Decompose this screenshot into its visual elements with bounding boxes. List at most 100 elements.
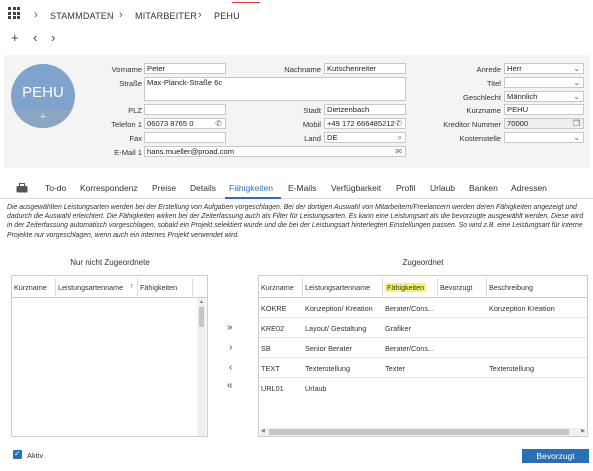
move-all-right-icon[interactable]: »: [227, 322, 233, 333]
nachname-field[interactable]: Kutschenreiter: [324, 63, 406, 74]
geschlecht-label: Geschlecht: [463, 93, 501, 102]
tabs-divider: [0, 198, 593, 199]
kostenstelle-label: Kostenstelle: [459, 134, 501, 143]
col-faehigkeiten[interactable]: Fähigkeiten: [385, 283, 427, 292]
tab-verfuegbarkeit[interactable]: Verfügbarkeit: [331, 183, 381, 193]
bevorzugt-button[interactable]: Bevorzugt: [522, 449, 589, 463]
chevron-right-icon: ›: [119, 9, 123, 21]
stadt-field[interactable]: Dietzenbach: [324, 104, 406, 115]
kurzname-field[interactable]: PEHU: [504, 104, 584, 115]
tab-todo[interactable]: To-do: [45, 183, 66, 193]
cell-faehigkeiten: Berater/Cons...: [385, 344, 435, 353]
briefcase-icon[interactable]: [16, 183, 28, 193]
avatar-initials: PEHU: [22, 84, 64, 101]
col-faehigkeiten[interactable]: Fähigkeiten: [140, 283, 177, 292]
cell-faehigkeiten: Texter: [385, 364, 405, 373]
aktiv-checkbox[interactable]: ✓: [13, 449, 22, 459]
phone-icon[interactable]: ✆: [395, 119, 402, 128]
telefon1-field[interactable]: 06073 8765 0 ✆: [144, 118, 226, 129]
tab-banken[interactable]: Banken: [469, 183, 498, 193]
plz-field[interactable]: [144, 104, 226, 115]
tab-adressen[interactable]: Adressen: [511, 183, 547, 193]
breadcrumb-mitarbeiter[interactable]: MITARBEITER: [135, 11, 197, 21]
tab-urlaub[interactable]: Urlaub: [430, 183, 455, 193]
mobil-field[interactable]: +49 172 666485212 ✆: [324, 118, 406, 129]
cell-kurzname: TEXT: [261, 364, 280, 373]
next-icon[interactable]: ›: [51, 30, 55, 45]
previous-icon[interactable]: ‹: [33, 30, 37, 45]
mail-icon[interactable]: ✉: [395, 147, 402, 156]
add-icon[interactable]: +: [11, 30, 19, 45]
aktiv-label: Aktiv: [27, 451, 44, 460]
cell-leistungsartenname: Urlaub: [305, 384, 327, 393]
scroll-up-icon[interactable]: ▲: [199, 299, 204, 305]
chevron-right-icon: ›: [34, 9, 38, 21]
cell-leistungsartenname: Texterstellung: [305, 364, 351, 373]
horizontal-scrollbar[interactable]: ◀ ▶: [260, 428, 586, 436]
unassigned-table: Kurzname Leistungsartenname ↑ Fähigkeite…: [11, 275, 208, 437]
cell-kurzname: SB: [261, 344, 271, 353]
tab-emails[interactable]: E-Mails: [288, 183, 316, 193]
anrede-select[interactable]: Herr ⌄: [504, 63, 584, 74]
chevron-down-icon: ⌄: [573, 78, 580, 87]
right-panel-title: Zugeordnet: [402, 258, 444, 267]
telefon1-value: 06073 8765 0: [147, 119, 194, 128]
breadcrumb-pehu: PEHU: [214, 11, 240, 21]
land-value: DE: [327, 133, 338, 142]
col-leistungsartenname[interactable]: Leistungsartenname: [305, 283, 370, 292]
cell-leistungsartenname: Konzeption/ Kreation: [305, 304, 373, 313]
move-left-icon[interactable]: ‹: [229, 362, 232, 373]
email1-field[interactable]: hans.mueller@proad.com ✉: [144, 146, 406, 157]
kreditor-field[interactable]: 70000 ❐: [504, 118, 584, 129]
assigned-table: Kurzname Leistungsartenname Fähigkeiten …: [258, 275, 588, 437]
move-all-left-icon[interactable]: «: [227, 380, 233, 391]
copy-icon[interactable]: ❐: [573, 119, 580, 128]
app-grid-icon[interactable]: [8, 7, 20, 19]
cell-leistungsartenname: Layout/ Gestaltung: [305, 324, 367, 333]
breadcrumb-stammdaten[interactable]: STAMMDATEN: [50, 11, 114, 21]
avatar-add-icon[interactable]: +: [11, 111, 75, 123]
land-field[interactable]: DE ⌕: [324, 132, 406, 143]
geschlecht-select[interactable]: Männlich ⌄: [504, 91, 584, 102]
cell-beschreibung: Konzeption Kreation: [489, 304, 555, 313]
scroll-right-icon[interactable]: ▶: [581, 428, 585, 434]
tab-profil[interactable]: Profil: [396, 183, 415, 193]
tab-details[interactable]: Details: [190, 183, 216, 193]
strasse-field[interactable]: Max-Planck-Straße 6c: [144, 77, 406, 101]
cell-kurzname: KRE02: [261, 324, 285, 333]
phone-icon[interactable]: ✆: [215, 119, 222, 128]
move-right-icon[interactable]: ›: [229, 342, 232, 353]
sort-asc-icon[interactable]: ↑: [130, 283, 134, 290]
kostenstelle-select[interactable]: ⌄: [504, 132, 584, 143]
tab-bar: To-do Korrespondenz Preise Details Fähig…: [0, 176, 593, 198]
strasse-label: Straße: [119, 79, 142, 88]
scroll-left-icon[interactable]: ◀: [261, 428, 265, 434]
geschlecht-value: Männlich: [507, 92, 538, 101]
tab-preise[interactable]: Preise: [152, 183, 176, 193]
col-kurzname[interactable]: Kurzname: [14, 283, 47, 292]
check-icon: ✓: [14, 449, 21, 458]
chevron-right-icon: ›: [198, 9, 202, 21]
search-icon[interactable]: ⌕: [398, 133, 402, 142]
titel-label: Titel: [486, 79, 501, 88]
kreditor-label: Kreditor Nummer: [443, 120, 501, 129]
col-kurzname[interactable]: Kurzname: [261, 283, 294, 292]
email1-value: hans.mueller@proad.com: [147, 147, 235, 156]
telefon1-label: Telefon 1: [111, 120, 142, 129]
top-red-mark: [232, 0, 260, 3]
titel-select[interactable]: ⌄: [504, 77, 584, 88]
vorname-field[interactable]: Peter: [144, 63, 226, 74]
tab-faehigkeiten[interactable]: Fähigkeiten: [229, 183, 273, 193]
description-text: Die ausgewählten Leistungsarten werden b…: [7, 204, 584, 239]
col-leistungsartenname[interactable]: Leistungsartenname: [58, 283, 123, 292]
avatar[interactable]: PEHU +: [11, 64, 75, 128]
anrede-label: Anrede: [476, 65, 502, 74]
mobil-value: +49 172 666485212: [327, 119, 395, 128]
scrollbar[interactable]: ▲: [197, 298, 206, 436]
tab-korrespondenz[interactable]: Korrespondenz: [80, 183, 138, 193]
left-panel-title: Nur nicht Zugeordnete: [70, 258, 150, 267]
col-bevorzugt[interactable]: Bevorzugt: [440, 283, 472, 292]
fax-field[interactable]: [144, 132, 226, 143]
col-beschreibung[interactable]: Beschreibung: [489, 283, 533, 292]
chevron-down-icon: ⌄: [573, 92, 580, 101]
